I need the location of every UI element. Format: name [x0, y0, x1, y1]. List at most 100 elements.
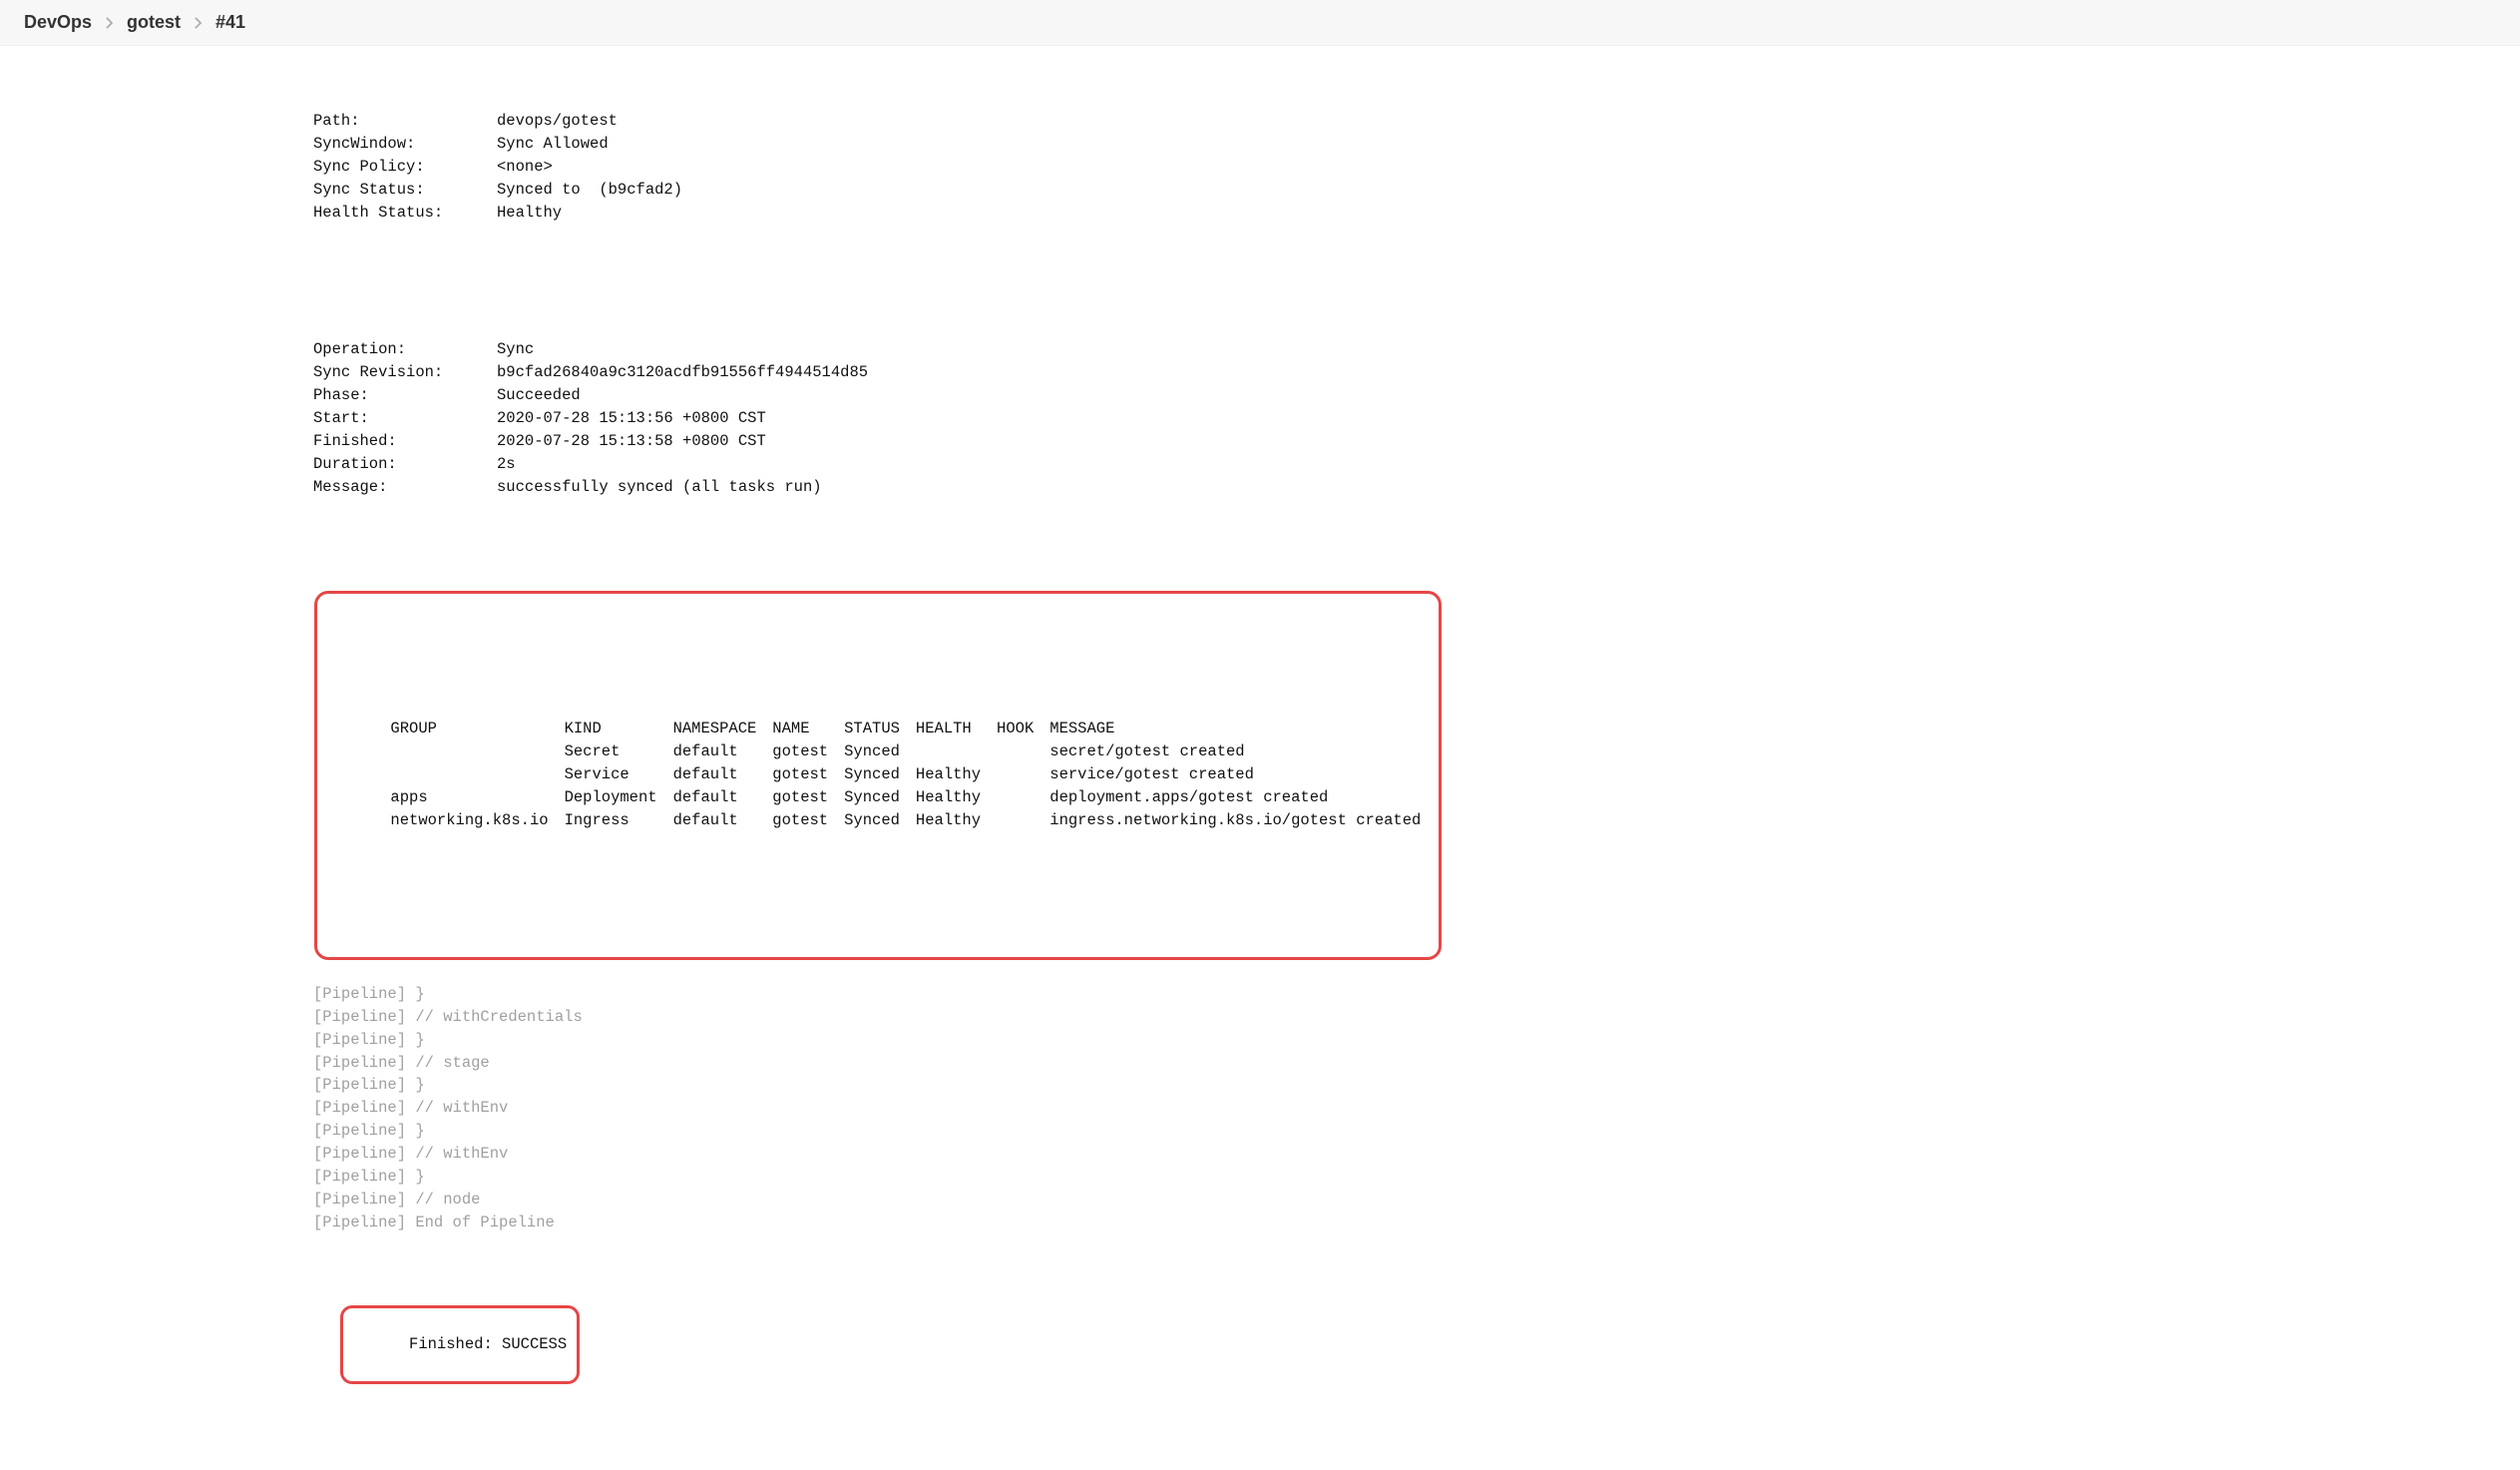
table-cell [997, 763, 1050, 786]
table-cell: Synced [844, 786, 916, 809]
table-cell: default [673, 740, 773, 763]
table-cell: Synced [844, 740, 916, 763]
table-cell [997, 786, 1050, 809]
kv-row: SyncWindow:Sync Allowed [313, 133, 2520, 156]
kv-key: Phase: [313, 384, 497, 407]
pipeline-line: [Pipeline] // withEnv [313, 1143, 2520, 1166]
breadcrumb-root[interactable]: DevOps [24, 12, 92, 33]
kv-key: Finished: [313, 430, 497, 453]
table-cell: Ingress [565, 809, 673, 832]
table-cell: Healthy [916, 786, 997, 809]
kv-row: Path:devops/gotest [313, 110, 2520, 133]
table-cell: Synced [844, 809, 916, 832]
kv-value: devops/gotest [497, 110, 618, 133]
table-cell: apps [390, 786, 564, 809]
kv-key: Operation: [313, 338, 497, 361]
kv-row: Phase:Succeeded [313, 384, 2520, 407]
kv-key: Sync Policy: [313, 156, 497, 179]
table-cell: default [673, 786, 773, 809]
table-header-cell: NAME [772, 718, 844, 740]
table-row: ServicedefaultgotestSyncedHealthy service… [390, 763, 1421, 786]
pipeline-line: [Pipeline] // withEnv [313, 1097, 2520, 1120]
kv-row: Message:successfully synced (all tasks r… [313, 476, 2520, 499]
pipeline-line: [Pipeline] // node [313, 1189, 2520, 1212]
table-cell: networking.k8s.io [390, 809, 564, 832]
breadcrumb-build[interactable]: #41 [215, 12, 245, 33]
kv-row: Finished:2020-07-28 15:13:58 +0800 CST [313, 430, 2520, 453]
chevron-right-icon [195, 17, 202, 29]
pipeline-line: [Pipeline] // withCredentials [313, 1006, 2520, 1029]
table-cell: default [673, 763, 773, 786]
table-cell: Secret [565, 740, 673, 763]
kv-value: Sync Allowed [497, 133, 609, 156]
table-header-cell: HEALTH [916, 718, 997, 740]
table-cell [997, 809, 1050, 832]
table-cell: gotest [772, 740, 844, 763]
table-header-cell: KIND [565, 718, 673, 740]
kv-row: Operation:Sync [313, 338, 2520, 361]
pipeline-line: [Pipeline] } [313, 983, 2520, 1006]
table-cell: gotest [772, 809, 844, 832]
kv-value: Sync [497, 338, 534, 361]
kv-value: Succeeded [497, 384, 581, 407]
table-cell: service/gotest created [1050, 763, 1421, 786]
kv-key: Sync Status: [313, 179, 497, 202]
table-cell: Healthy [916, 763, 997, 786]
table-cell: gotest [772, 786, 844, 809]
breadcrumb: DevOps gotest #41 [0, 0, 2520, 46]
table-header-cell: HOOK [997, 718, 1050, 740]
kv-row: Sync Revision:b9cfad26840a9c3120acdfb915… [313, 361, 2520, 384]
kv-key: Path: [313, 110, 497, 133]
table-header-cell: STATUS [844, 718, 916, 740]
finish-status: Finished: SUCCESS [409, 1335, 567, 1353]
table-header-row: GROUPKINDNAMESPACENAMESTATUSHEALTHHOOKME… [390, 718, 1421, 740]
table-cell [916, 740, 997, 763]
table-cell [390, 740, 564, 763]
kv-key: Start: [313, 407, 497, 430]
kv-row: Sync Policy:<none> [313, 156, 2520, 179]
pipeline-line: [Pipeline] } [313, 1029, 2520, 1052]
table-header-cell: GROUP [390, 718, 564, 740]
kv-value: 2s [497, 453, 516, 476]
kv-row: Start:2020-07-28 15:13:56 +0800 CST [313, 407, 2520, 430]
table-cell: default [673, 809, 773, 832]
table-row: SecretdefaultgotestSynced secret/gotest c… [390, 740, 1421, 763]
table-cell: Service [565, 763, 673, 786]
table-row: appsDeploymentdefaultgotestSyncedHealthy… [390, 786, 1421, 809]
finish-status-highlight: Finished: SUCCESS [340, 1305, 580, 1384]
kv-value: 2020-07-28 15:13:58 +0800 CST [497, 430, 766, 453]
pipeline-line: [Pipeline] } [313, 1120, 2520, 1143]
kv-key: Message: [313, 476, 497, 499]
table-cell: Deployment [565, 786, 673, 809]
chevron-right-icon [106, 17, 113, 29]
kv-row: Health Status:Healthy [313, 202, 2520, 225]
kv-value: Synced to (b9cfad2) [497, 179, 682, 202]
pipeline-line: [Pipeline] } [313, 1166, 2520, 1189]
resource-table-highlight: GROUPKINDNAMESPACENAMESTATUSHEALTHHOOKME… [314, 591, 1443, 960]
kv-value: successfully synced (all tasks run) [497, 476, 822, 499]
resource-table: GROUPKINDNAMESPACENAMESTATUSHEALTHHOOKME… [390, 673, 1421, 878]
pipeline-line: [Pipeline] } [313, 1074, 2520, 1097]
breadcrumb-project[interactable]: gotest [127, 12, 181, 33]
kv-row: Sync Status:Synced to (b9cfad2) [313, 179, 2520, 202]
pipeline-line: [Pipeline] // stage [313, 1052, 2520, 1075]
kv-value: Healthy [497, 202, 562, 225]
table-cell: gotest [772, 763, 844, 786]
kv-key: Sync Revision: [313, 361, 497, 384]
table-row: networking.k8s.ioIngressdefaultgotestSyn… [390, 809, 1421, 832]
table-cell: secret/gotest created [1050, 740, 1421, 763]
kv-value: <none> [497, 156, 553, 179]
table-cell [997, 740, 1050, 763]
kv-value: 2020-07-28 15:13:56 +0800 CST [497, 407, 766, 430]
kv-row: Duration:2s [313, 453, 2520, 476]
table-header-cell: MESSAGE [1050, 718, 1421, 740]
table-cell: deployment.apps/gotest created [1050, 786, 1421, 809]
table-cell: Healthy [916, 809, 997, 832]
table-header-cell: NAMESPACE [673, 718, 773, 740]
kv-key: Health Status: [313, 202, 497, 225]
table-cell: Synced [844, 763, 916, 786]
log-content: Path:devops/gotestSyncWindow:Sync Allowe… [0, 46, 2520, 1470]
table-cell: ingress.networking.k8s.io/gotest created [1050, 809, 1421, 832]
pipeline-line: [Pipeline] End of Pipeline [313, 1212, 2520, 1234]
kv-key: Duration: [313, 453, 497, 476]
